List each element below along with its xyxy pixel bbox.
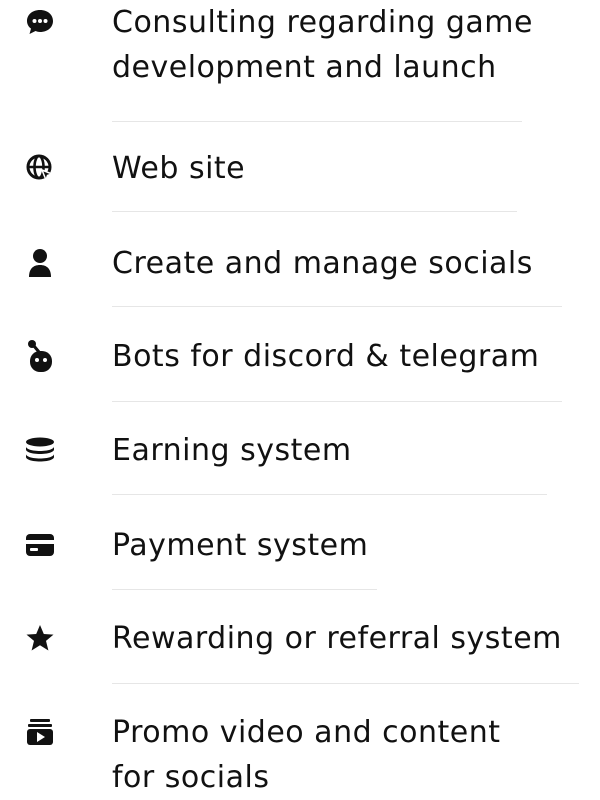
list-item-label: Earning system <box>112 433 352 468</box>
divider <box>112 211 517 212</box>
user-icon <box>20 243 60 283</box>
list-item-label: Payment system <box>112 528 369 563</box>
list-item-label: Promo video and content for socials <box>112 715 501 795</box>
bot-icon <box>20 336 60 376</box>
divider <box>112 494 547 495</box>
globe-icon <box>20 148 60 188</box>
divider <box>112 589 377 590</box>
database-icon <box>20 430 60 470</box>
divider <box>112 401 562 402</box>
list-item-label: Rewarding or referral system <box>112 621 562 656</box>
chat-bubble-icon <box>20 2 60 42</box>
divider <box>112 121 522 122</box>
video-library-icon <box>20 712 60 752</box>
list-item-label: Consulting regarding game development an… <box>112 5 533 85</box>
list-item-label: Web site <box>112 151 246 186</box>
divider <box>112 683 579 684</box>
star-icon <box>20 618 60 658</box>
divider <box>112 306 562 307</box>
list-item-label: Create and manage socials <box>112 246 533 281</box>
credit-card-icon <box>20 525 60 565</box>
list-item-label: Bots for discord & telegram <box>112 339 540 374</box>
